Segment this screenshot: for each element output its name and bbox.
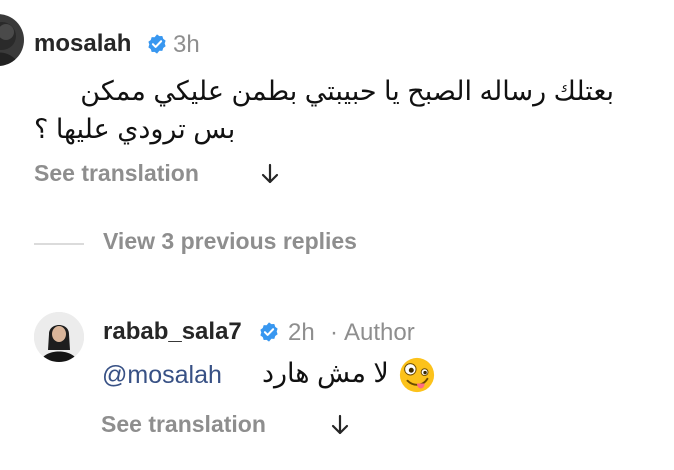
comment-username[interactable]: mosalah: [34, 30, 131, 58]
reply-meta-separator: ·: [330, 319, 338, 346]
comment-text-line1: بعتلك رساله الصبح يا حبيبتي بطمن عليكي م…: [80, 76, 614, 106]
rabab-avatar[interactable]: [34, 312, 84, 362]
instagram-comment-thread: mosalah 3h بعتلك رساله الصبح يا حبيبتي ب…: [0, 0, 674, 470]
reply-text: لا مش هارد: [262, 358, 389, 388]
reply-author-badge: Author: [344, 319, 415, 346]
comment-see-translation-button[interactable]: See translation: [34, 160, 199, 187]
mosalah-avatar[interactable]: [0, 14, 24, 66]
reply-username[interactable]: rabab_sala7: [103, 318, 242, 346]
reply-mention-link[interactable]: @mosalah: [102, 361, 222, 390]
comment-time: 3h: [173, 31, 200, 58]
reply-see-translation-button[interactable]: See translation: [101, 411, 266, 438]
zany-face-emoji-icon: [399, 357, 435, 393]
arrow-down-icon[interactable]: [330, 414, 350, 436]
verified-badge-icon: [260, 322, 278, 342]
comment-text-line2: بس ترودي عليها ؟: [34, 114, 236, 144]
verified-badge-icon: [148, 34, 166, 54]
replies-divider-line: [34, 243, 84, 245]
arrow-down-icon[interactable]: [260, 163, 280, 185]
reply-time: 2h: [288, 319, 315, 346]
view-previous-replies-button[interactable]: View 3 previous replies: [103, 228, 357, 255]
